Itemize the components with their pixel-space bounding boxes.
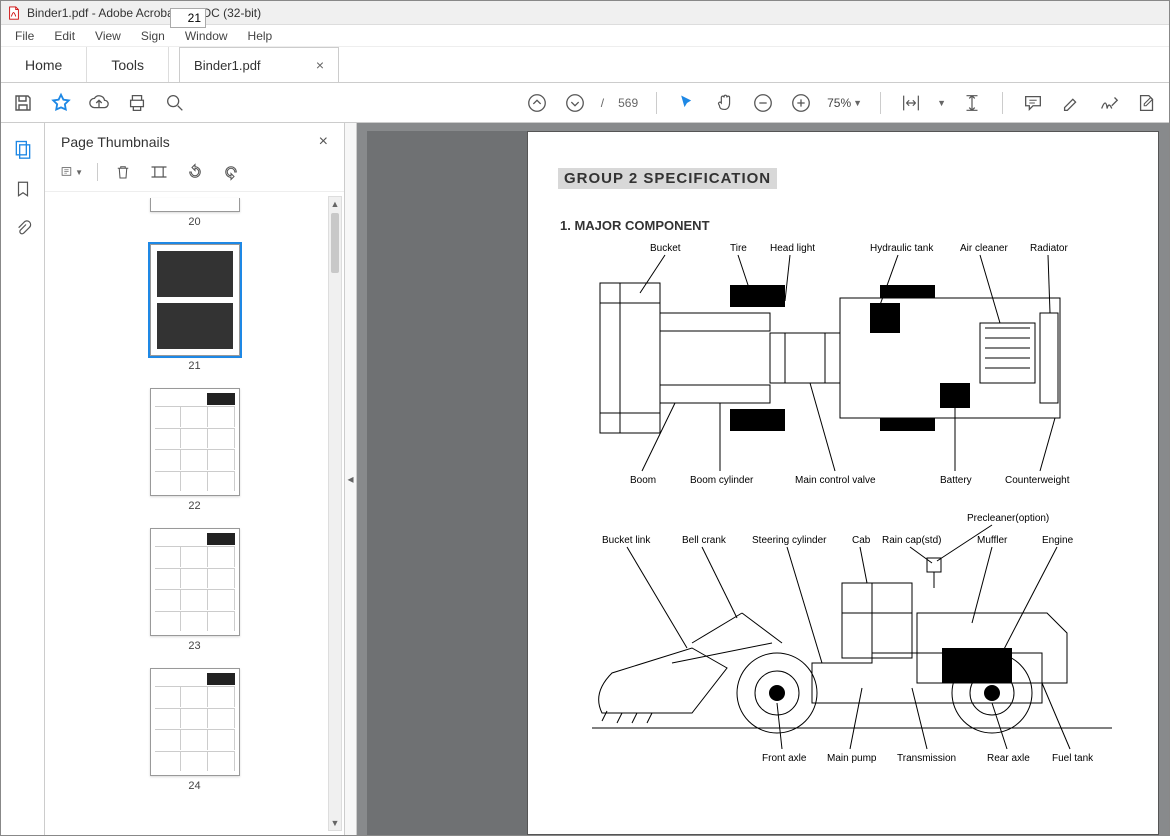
tab-strip: Home Tools Binder1.pdf × <box>1 47 1169 83</box>
document-viewport[interactable]: GROUP 2 SPECIFICATION 1. MAJOR COMPONENT… <box>357 123 1169 835</box>
tab-document[interactable]: Binder1.pdf × <box>179 47 339 82</box>
main-toolbar: / 569 75% ▼ ▼ <box>1 83 1169 123</box>
selection-tool-icon[interactable] <box>675 91 699 115</box>
menu-bar: File Edit View Sign Window Help <box>1 25 1169 47</box>
thumbnail-page-22[interactable]: 22 <box>150 388 240 512</box>
scroll-up-icon[interactable]: ▲ <box>329 197 341 211</box>
edit-pdf-icon[interactable] <box>1135 91 1159 115</box>
window-title: Binder1.pdf - Adobe Acrobat Pro DC (32-b… <box>27 6 261 20</box>
menu-edit[interactable]: Edit <box>44 27 85 45</box>
zoom-dropdown[interactable]: 75% ▼ <box>827 96 862 110</box>
star-icon[interactable] <box>49 91 73 115</box>
thumbnail-page-21[interactable]: 21 <box>150 244 240 372</box>
collapse-panel-handle[interactable]: ◂ <box>345 123 357 835</box>
print-icon[interactable] <box>125 91 149 115</box>
group-title: GROUP 2 SPECIFICATION <box>558 168 777 189</box>
section-title: 1. MAJOR COMPONENT <box>560 218 1128 233</box>
thumb-label-20: 20 <box>150 216 240 228</box>
thumbnails-scrollbar[interactable]: ▲ ▼ <box>328 196 342 831</box>
page-total: 569 <box>618 96 638 110</box>
menu-help[interactable]: Help <box>238 27 283 45</box>
diagram-side-view: Precleaner(option) Bucket link Bell cran… <box>572 513 1152 763</box>
highlight-icon[interactable] <box>1059 91 1083 115</box>
zoom-in-icon[interactable] <box>789 91 813 115</box>
menu-file[interactable]: File <box>5 27 44 45</box>
main-area: Page Thumbnails × ▼ <box>1 123 1169 835</box>
search-icon[interactable] <box>163 91 187 115</box>
zoom-out-icon[interactable] <box>751 91 775 115</box>
thumb-label-21: 21 <box>150 360 240 372</box>
thumbnail-options-icon[interactable]: ▼ <box>61 161 83 183</box>
rotate-cw-icon[interactable] <box>220 161 242 183</box>
close-panel-icon[interactable]: × <box>319 133 328 151</box>
tab-close-icon[interactable]: × <box>316 57 324 73</box>
left-rail <box>1 123 45 835</box>
thumb-label-24: 24 <box>150 780 240 792</box>
page-up-icon[interactable] <box>525 91 549 115</box>
zoom-value: 75% <box>827 96 851 110</box>
page-down-icon[interactable] <box>563 91 587 115</box>
menu-view[interactable]: View <box>85 27 131 45</box>
page-number-input[interactable] <box>170 8 206 28</box>
thumbnails-panel-icon[interactable] <box>11 137 35 161</box>
cloud-upload-icon[interactable] <box>87 91 111 115</box>
scroll-mode-icon[interactable] <box>960 91 984 115</box>
tab-document-label: Binder1.pdf <box>194 58 261 73</box>
chevron-down-icon[interactable]: ▼ <box>937 98 946 108</box>
delete-page-icon[interactable] <box>112 161 134 183</box>
scroll-thumb[interactable] <box>331 213 339 273</box>
thumbnails-panel: Page Thumbnails × ▼ <box>45 123 345 835</box>
save-icon[interactable] <box>11 91 35 115</box>
hand-tool-icon[interactable] <box>713 91 737 115</box>
thumbnail-page-23[interactable]: 23 <box>150 528 240 652</box>
attachments-panel-icon[interactable] <box>11 217 35 241</box>
acrobat-icon <box>7 6 21 20</box>
page-layout-icon[interactable] <box>148 161 170 183</box>
bookmarks-panel-icon[interactable] <box>11 177 35 201</box>
rotate-ccw-icon[interactable] <box>184 161 206 183</box>
diagram-top-view: Bucket Tire Head light Hydraulic tank Ai… <box>580 243 1140 493</box>
page-separator: / <box>601 96 604 110</box>
sign-icon[interactable] <box>1097 91 1121 115</box>
chevron-down-icon: ▼ <box>853 98 862 108</box>
comment-icon[interactable] <box>1021 91 1045 115</box>
thumbnail-page-24[interactable]: 24 <box>150 668 240 792</box>
thumb-label-23: 23 <box>150 640 240 652</box>
thumb-label-22: 22 <box>150 500 240 512</box>
thumbnails-title: Page Thumbnails <box>61 134 170 150</box>
pdf-page: GROUP 2 SPECIFICATION 1. MAJOR COMPONENT… <box>527 131 1159 835</box>
tab-tools[interactable]: Tools <box>87 47 169 82</box>
fit-width-icon[interactable] <box>899 91 923 115</box>
menu-window[interactable]: Window <box>175 27 238 45</box>
menu-sign[interactable]: Sign <box>131 27 175 45</box>
tab-home[interactable]: Home <box>1 47 87 82</box>
scroll-down-icon[interactable]: ▼ <box>329 816 341 830</box>
thumbnail-page-20[interactable]: 20 <box>150 198 240 228</box>
